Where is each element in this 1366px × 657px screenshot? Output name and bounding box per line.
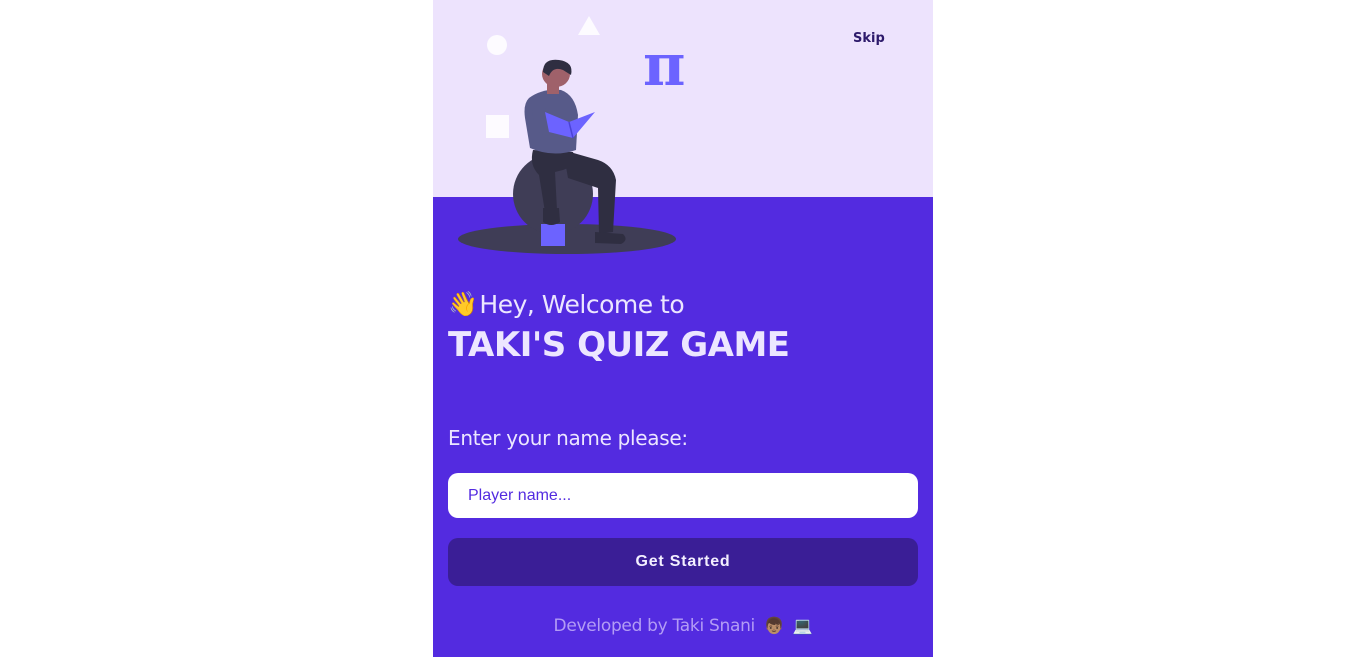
welcome-screen: π Skip 👋 Hey, Welcome to TAKI'S QUIZ GAM… bbox=[433, 0, 933, 657]
skip-button[interactable]: Skip bbox=[853, 28, 903, 48]
player-name-input[interactable] bbox=[448, 473, 918, 518]
greeting-text: Hey, Welcome to bbox=[479, 289, 685, 319]
credit-text: Developed by Taki Snani bbox=[553, 616, 756, 636]
triangle-shape bbox=[578, 16, 600, 35]
small-box bbox=[541, 224, 565, 246]
person-icon: 👦🏽 bbox=[764, 616, 784, 635]
name-prompt-label: Enter your name please: bbox=[448, 426, 688, 450]
get-started-button[interactable]: Get Started bbox=[448, 538, 918, 586]
laptop-icon: 💻 bbox=[792, 616, 813, 635]
developer-credit: Developed by Taki Snani 👦🏽 💻 bbox=[433, 616, 933, 636]
pi-icon: π bbox=[643, 31, 685, 99]
square-shape bbox=[486, 115, 509, 138]
game-title: TAKI'S QUIZ GAME bbox=[448, 325, 790, 365]
circle-shape bbox=[487, 35, 507, 55]
welcome-greeting: 👋 Hey, Welcome to bbox=[448, 286, 685, 322]
waving-hand-icon: 👋 bbox=[448, 290, 478, 318]
